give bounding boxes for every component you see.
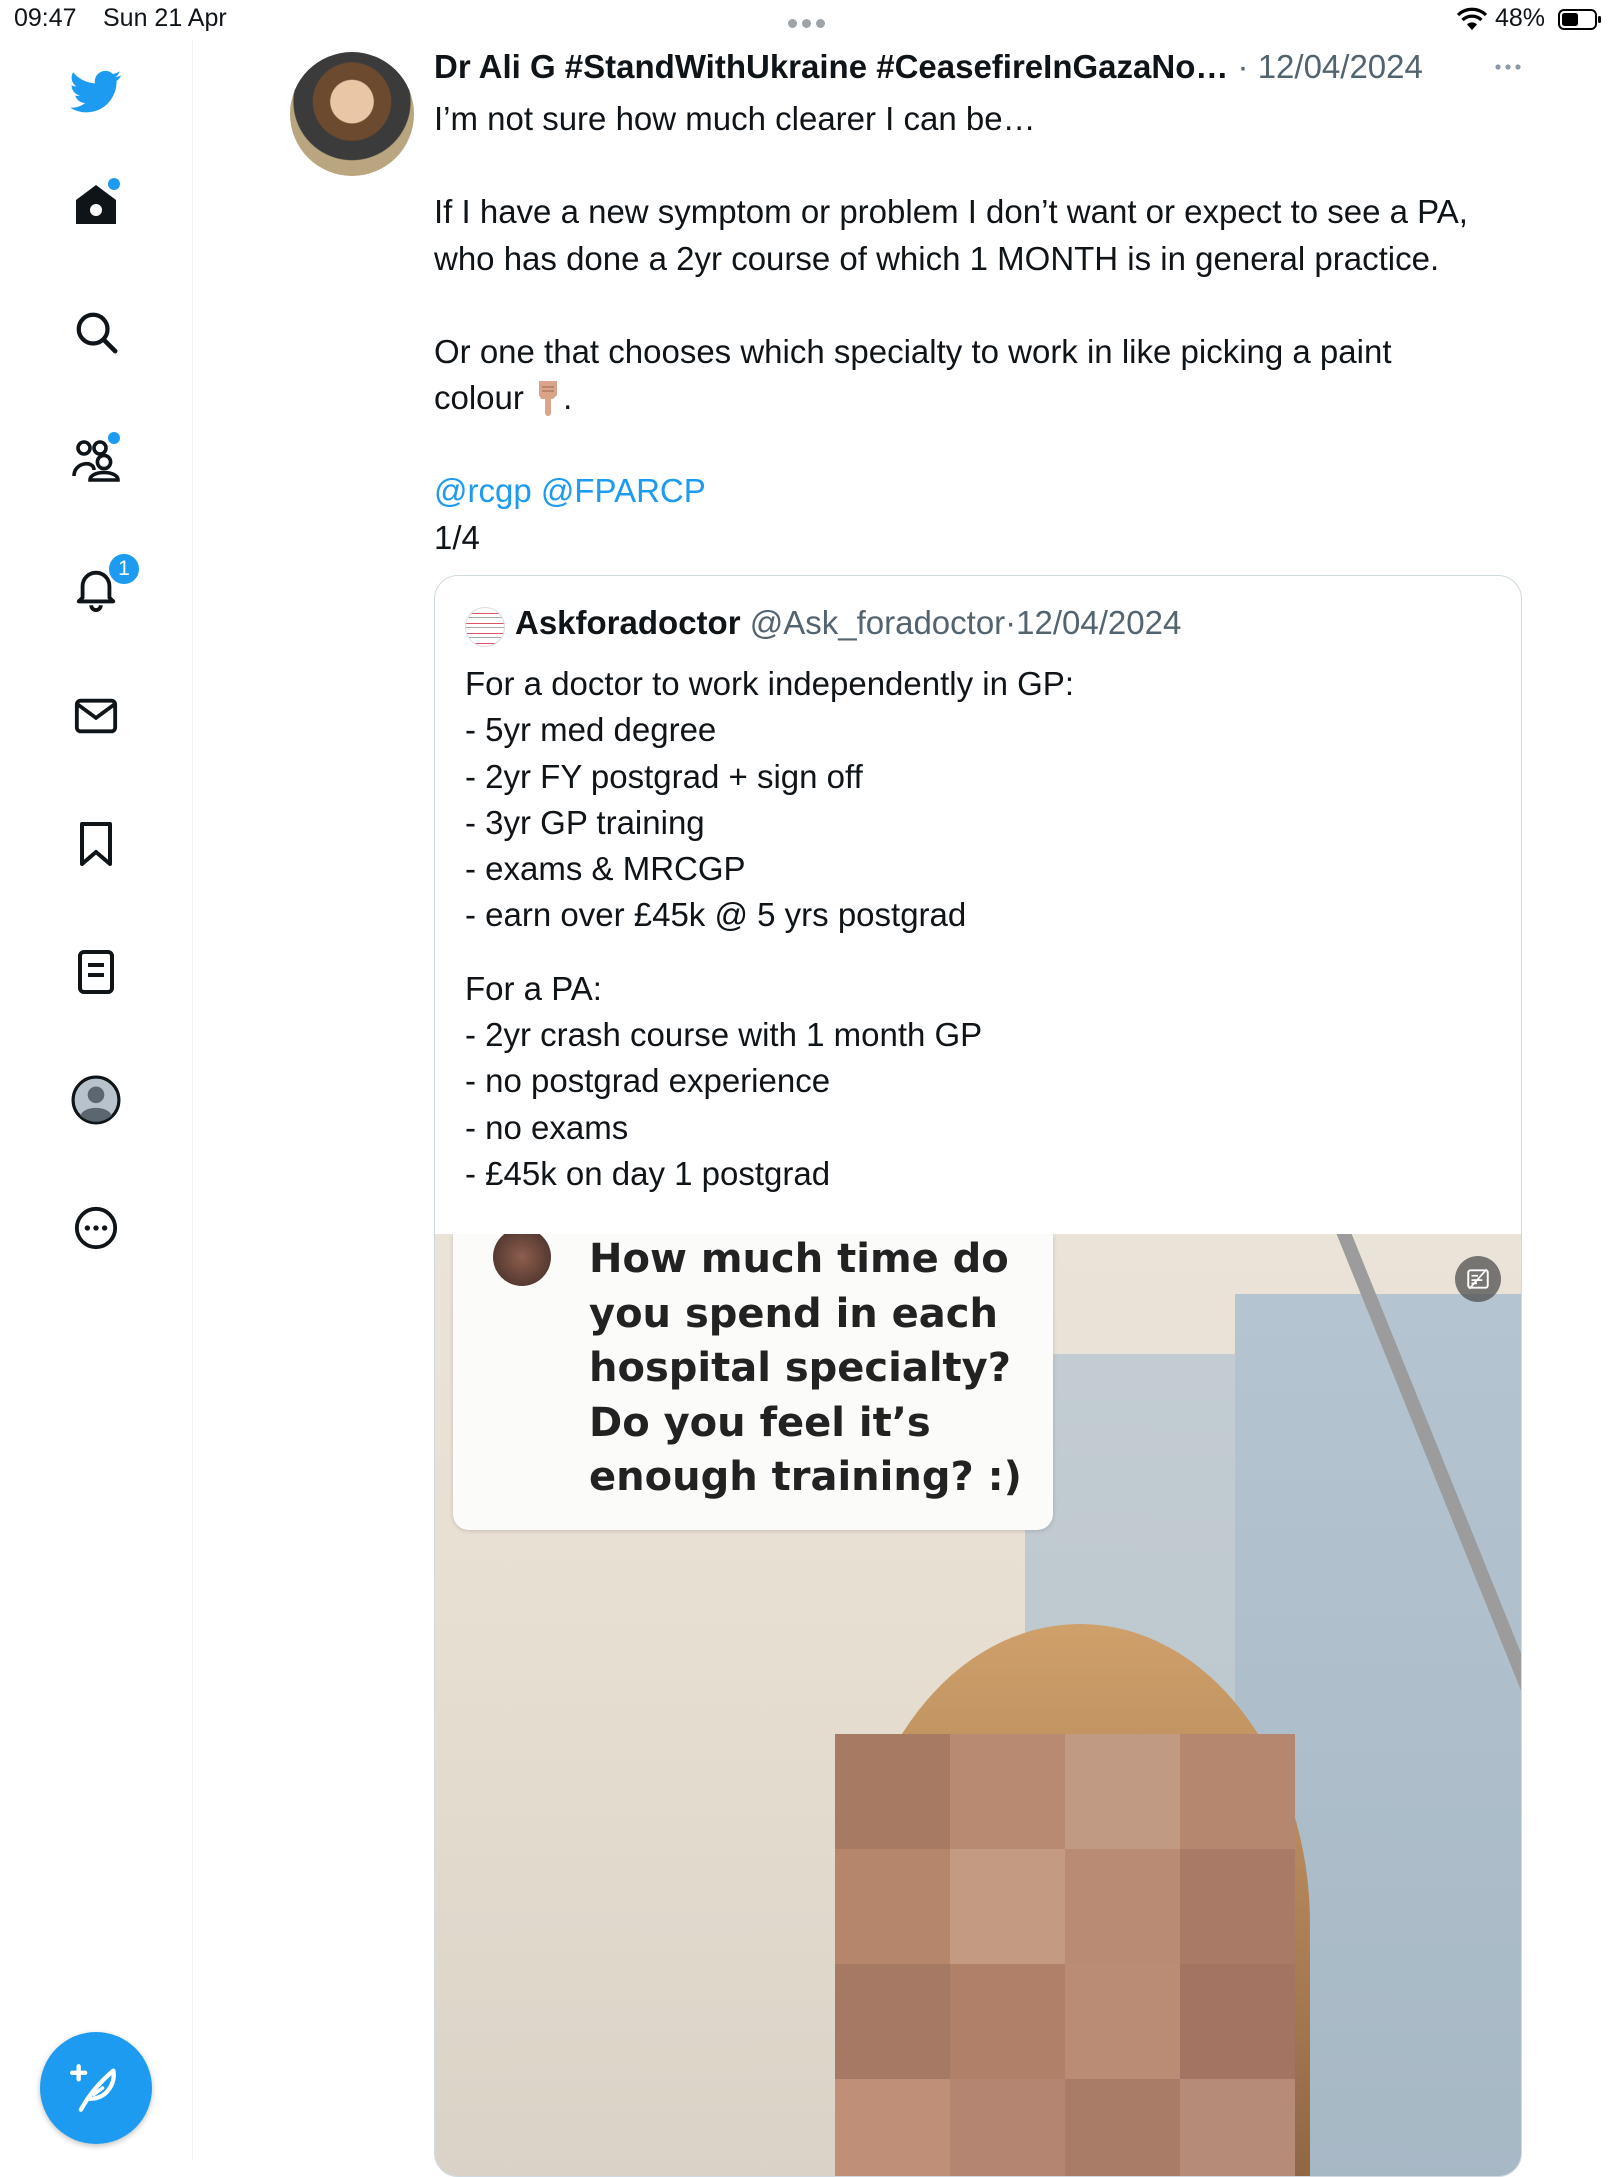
- quoted-handle: @Ask_foradoctor: [749, 604, 1006, 641]
- pointing-down-emoji-icon: [539, 381, 558, 416]
- media-question-bubble: How much time do you spend in each hospi…: [453, 1234, 1053, 1530]
- tweet-header: Dr Ali G #StandWithUkraine #CeasefireInG…: [434, 48, 1524, 92]
- quoted-line: - no exams: [465, 1108, 629, 1146]
- sidebar-item-profile[interactable]: [58, 1062, 134, 1138]
- tweet-line: I’m not sure how much clearer I can be…: [434, 100, 1036, 137]
- quoted-line: - no postgrad experience: [465, 1062, 831, 1100]
- author-avatar[interactable]: [290, 52, 414, 176]
- media-caption-line: Do you feel it’s: [589, 1399, 931, 1446]
- quoted-line: - 2yr FY postgrad + sign off: [465, 757, 863, 795]
- media-bubble-avatar: [493, 1234, 551, 1286]
- tweet-separator: ·: [1237, 48, 1249, 85]
- quoted-line: - 2yr crash course with 1 month GP: [465, 1016, 983, 1054]
- quoted-header: Askforadoctor @Ask_foradoctor·12/04/2024: [515, 604, 1181, 642]
- sidebar-item-lists[interactable]: [58, 934, 134, 1010]
- tweet-more-icon[interactable]: [1490, 52, 1530, 82]
- quoted-body: For a doctor to work independently in GP…: [465, 661, 1495, 1197]
- wifi-icon: [1456, 7, 1488, 30]
- tweet-mentions: @rcgp @FPARCP: [434, 468, 1534, 515]
- media-caption: How much time do you spend in each hospi…: [589, 1234, 1039, 1505]
- sidebar-nav: 1: [0, 40, 193, 2160]
- tweet-body: I’m not sure how much clearer I can be… …: [434, 96, 1534, 561]
- battery-percent: 48%: [1495, 4, 1546, 32]
- quoted-avatar: [465, 607, 505, 647]
- quoted-line: - 3yr GP training: [465, 803, 705, 841]
- tweet-line-text: colour: [434, 379, 524, 416]
- multitasking-dots-icon[interactable]: [788, 15, 834, 28]
- tweet-date[interactable]: 12/04/2024: [1258, 48, 1423, 85]
- more-circle-icon: [74, 1206, 118, 1250]
- media-bubble-tail: [481, 1504, 509, 1528]
- sidebar-item-home[interactable]: [58, 166, 134, 242]
- quoted-line: - £45k on day 1 postgrad: [465, 1154, 831, 1192]
- compose-feather-icon: [70, 2064, 116, 2112]
- tweet-line: who has done a 2yr course of which 1 MON…: [434, 239, 1440, 277]
- quoted-line: - 5yr med degree: [465, 711, 717, 749]
- search-icon: [76, 312, 118, 354]
- twitter-bird-icon: [70, 70, 122, 113]
- tweet-line: Or one that chooses which specialty to w…: [434, 332, 1392, 370]
- quoted-line: - exams & MRCGP: [465, 850, 746, 888]
- tweet-line: If I have a new symptom or problem I don…: [434, 193, 1468, 230]
- sidebar-item-communities[interactable]: [58, 422, 134, 498]
- media-caption-line: How much time do: [589, 1236, 1009, 1282]
- media-caption-line: you spend in each: [589, 1290, 998, 1337]
- quoted-line: - earn over £45k @ 5 yrs postgrad: [465, 896, 967, 934]
- notifications-count-badge: 1: [107, 552, 141, 586]
- mention-link[interactable]: @rcgp: [434, 472, 532, 509]
- author-name[interactable]: Dr Ali G #StandWithUkraine #CeasefireInG…: [434, 48, 1228, 85]
- quoted-date: 12/04/2024: [1016, 604, 1182, 641]
- tweet-line: colour .: [434, 375, 1534, 422]
- quoted-line: For a PA:: [465, 969, 602, 1007]
- quoted-tweet[interactable]: Askforadoctor @Ask_foradoctor·12/04/2024…: [434, 575, 1522, 2177]
- twitter-logo[interactable]: [58, 54, 134, 130]
- media-caption-line: hospital specialty?: [589, 1345, 1011, 1391]
- bookmark-icon: [80, 822, 112, 866]
- quoted-separator: ·: [1005, 604, 1017, 641]
- alt-text-button[interactable]: [1455, 1256, 1501, 1302]
- sidebar-item-bookmarks[interactable]: [58, 806, 134, 882]
- quoted-line: For a doctor to work independently in GP…: [465, 665, 1074, 702]
- home-new-dot: [106, 176, 122, 192]
- communities-new-dot: [106, 430, 122, 446]
- mail-icon: [74, 698, 118, 734]
- sidebar-item-notifications[interactable]: 1: [58, 550, 141, 626]
- status-date: Sun 21 Apr: [103, 4, 227, 32]
- list-icon: [78, 950, 114, 994]
- mention-link[interactable]: @FPARCP: [541, 472, 706, 509]
- media-blurred-face: [835, 1734, 1295, 2176]
- sidebar-item-more[interactable]: [58, 1190, 134, 1266]
- media-caption-line: enough training? :): [589, 1454, 1022, 1500]
- quoted-video-media[interactable]: How much time do you spend in each hospi…: [435, 1234, 1521, 2176]
- battery-icon: [1558, 9, 1601, 30]
- sidebar-item-explore[interactable]: [58, 294, 134, 370]
- thread-counter: 1/4: [434, 518, 480, 556]
- status-time: 09:47: [14, 4, 77, 32]
- tweet-line-end: .: [563, 379, 573, 416]
- profile-icon: [71, 1075, 121, 1125]
- compose-tweet-button[interactable]: [40, 2032, 152, 2144]
- status-bar: 09:47 Sun 21 Apr 48%: [0, 0, 1620, 40]
- quoted-name: Askforadoctor: [515, 604, 741, 641]
- sidebar-item-messages[interactable]: [58, 678, 134, 754]
- alt-text-icon: [1467, 1268, 1489, 1290]
